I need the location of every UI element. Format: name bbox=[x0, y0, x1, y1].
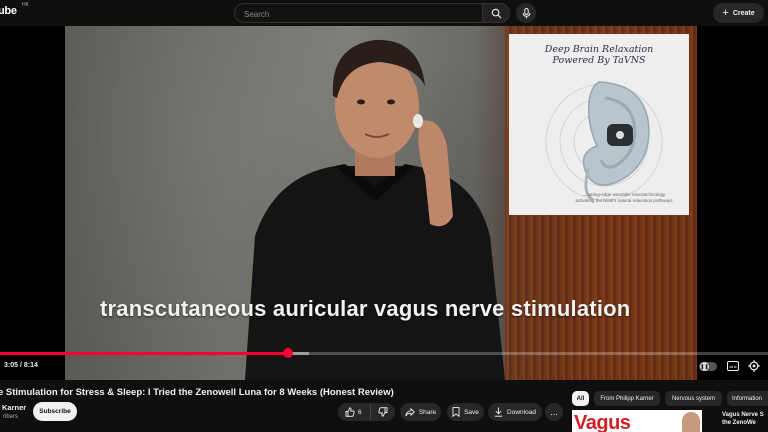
share-label: Share bbox=[418, 408, 437, 416]
gear-icon bbox=[748, 360, 760, 372]
subscriber-count: ribers bbox=[3, 414, 19, 420]
like-dislike-group: 6 bbox=[338, 403, 395, 421]
logo-region-code: HK bbox=[22, 2, 29, 8]
share-icon bbox=[405, 407, 415, 417]
voice-search-button[interactable] bbox=[516, 3, 536, 23]
thumbnail-text: Vagus bbox=[574, 412, 631, 432]
progress-played bbox=[0, 352, 288, 355]
dislike-button[interactable] bbox=[371, 403, 395, 421]
search-icon bbox=[491, 8, 502, 19]
thumbs-down-icon bbox=[378, 407, 388, 417]
download-icon bbox=[494, 407, 503, 417]
chip-information[interactable]: Information bbox=[727, 391, 768, 406]
more-icon: ... bbox=[550, 407, 558, 417]
video-caption: transcutaneous auricular vagus nerve sti… bbox=[100, 296, 631, 321]
subtitles-button[interactable] bbox=[727, 361, 739, 371]
pause-icon: ❚❚ bbox=[700, 362, 709, 371]
ear-device-illustration bbox=[545, 81, 663, 202]
chip-nervous-system[interactable]: Nervous system bbox=[665, 391, 722, 406]
like-count: 6 bbox=[358, 408, 362, 416]
settings-button[interactable] bbox=[748, 360, 760, 372]
promo-caption-line-2: activating the brain's natural relaxatio… bbox=[575, 198, 673, 203]
youtube-logo[interactable]: ube bbox=[0, 5, 17, 17]
save-button[interactable]: Save bbox=[447, 403, 484, 421]
promo-title-line-2: Powered By TaVNS bbox=[552, 55, 646, 66]
thumbs-up-icon bbox=[345, 407, 355, 417]
create-button-label: Create bbox=[732, 9, 755, 17]
share-button[interactable]: Share bbox=[400, 403, 441, 421]
progress-bar[interactable] bbox=[0, 352, 768, 355]
subtitles-icon bbox=[727, 361, 739, 371]
promo-caption: ...cutting-edge wearable neurotechnology… bbox=[565, 192, 683, 204]
video-frame[interactable]: Deep Brain Relaxation Powered By TaVNS .… bbox=[65, 26, 697, 380]
plus-icon: + bbox=[722, 6, 729, 19]
chip-from-philipp-karner[interactable]: From Philipp Karner bbox=[594, 391, 660, 406]
top-bar: ube HK + Create bbox=[0, 0, 768, 26]
video-player[interactable]: Deep Brain Relaxation Powered By TaVNS .… bbox=[0, 26, 768, 380]
subscribe-button[interactable]: Subscribe bbox=[33, 402, 77, 421]
recommendation-title-line-2: the ZenoWe bbox=[722, 420, 756, 426]
promo-title-line-1: Deep Brain Relaxation bbox=[544, 44, 654, 55]
promo-overlay-card: Deep Brain Relaxation Powered By TaVNS .… bbox=[509, 34, 689, 215]
presenter-figure bbox=[245, 39, 505, 380]
thumbnail-face bbox=[682, 412, 700, 432]
like-button[interactable]: 6 bbox=[338, 403, 371, 421]
video-title: e Stimulation for Stress & Sleep: I Trie… bbox=[0, 387, 394, 398]
save-label: Save bbox=[464, 408, 479, 416]
promo-title: Deep Brain Relaxation Powered By TaVNS bbox=[509, 44, 689, 66]
search-box[interactable] bbox=[234, 3, 482, 24]
search-button[interactable] bbox=[482, 3, 510, 23]
recommendation-title-line-1: Vagus Nerve S bbox=[722, 412, 764, 418]
download-button[interactable]: Download bbox=[488, 403, 542, 421]
time-display: 3:05 / 8:14 bbox=[4, 362, 38, 369]
search-input[interactable] bbox=[235, 5, 482, 24]
bookmark-icon bbox=[452, 407, 460, 417]
recommendation-title[interactable]: Vagus Nerve S the ZenoWe bbox=[722, 411, 768, 427]
microphone-icon bbox=[522, 7, 531, 19]
create-button[interactable]: + Create bbox=[713, 3, 764, 23]
channel-name[interactable]: Karner bbox=[2, 403, 26, 412]
progress-scrubber-handle[interactable] bbox=[282, 348, 293, 358]
autoplay-toggle[interactable]: ❚❚ bbox=[699, 362, 717, 371]
more-actions-button[interactable]: ... bbox=[545, 403, 563, 421]
chip-all[interactable]: All bbox=[572, 391, 589, 406]
download-label: Download bbox=[507, 408, 536, 416]
